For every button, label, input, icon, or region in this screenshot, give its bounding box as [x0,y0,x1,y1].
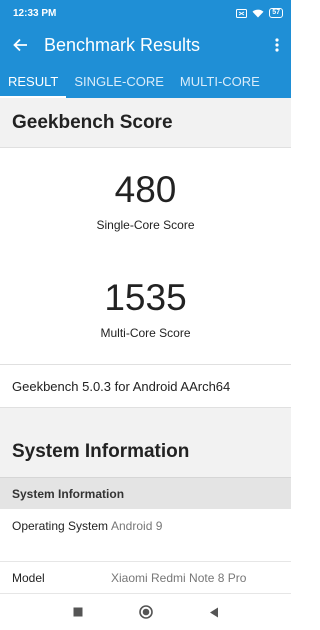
info-row-model: Model Xiaomi Redmi Note 8 Pro [0,562,291,594]
single-core-score: 480 Single-Core Score [0,169,291,233]
battery-icon: 57 [269,8,283,18]
info-value: Android 9 [111,519,163,533]
tab-single-core[interactable]: SINGLE-CORE [66,64,172,98]
more-vertical-icon[interactable] [263,26,291,64]
status-icons: 57 [236,8,283,18]
multi-core-score: 1535 Multi-Core Score [0,277,291,341]
info-row-operating-system: Operating System Android 9 [0,510,291,562]
system-information-heading: System Information [0,408,291,477]
status-time: 12:33 PM [13,7,57,19]
home-circle-icon[interactable] [136,602,156,622]
info-key: Model [12,570,45,585]
single-core-value: 480 [114,169,177,210]
tab-bar: RESULT SINGLE-CORE MULTI-CORE [0,64,291,98]
multi-core-value: 1535 [104,277,187,318]
wifi-icon [252,9,264,18]
tab-result[interactable]: RESULT [0,64,67,98]
navigation-bar [0,594,291,630]
back-triangle-icon[interactable] [204,602,224,622]
tab-multi-core[interactable]: MULTI-CORE [172,64,268,98]
recents-square-icon[interactable] [68,602,88,622]
system-information-subheading: System Information [0,477,291,509]
app-bar: Benchmark Results [0,26,291,64]
status-bar: 12:33 PM 57 [0,0,291,26]
info-value: Xiaomi Redmi Note 8 Pro [111,570,247,585]
geekbench-version: Geekbench 5.0.3 for Android AArch64 [0,364,291,408]
screen-icon [236,8,248,18]
single-core-label: Single-Core Score [96,218,195,232]
multi-core-label: Multi-Core Score [100,326,191,340]
back-arrow-icon[interactable] [0,26,40,64]
info-key: Operating System [12,519,109,533]
page-title: Benchmark Results [44,34,201,55]
geekbench-score-heading: Geekbench Score [0,98,291,148]
